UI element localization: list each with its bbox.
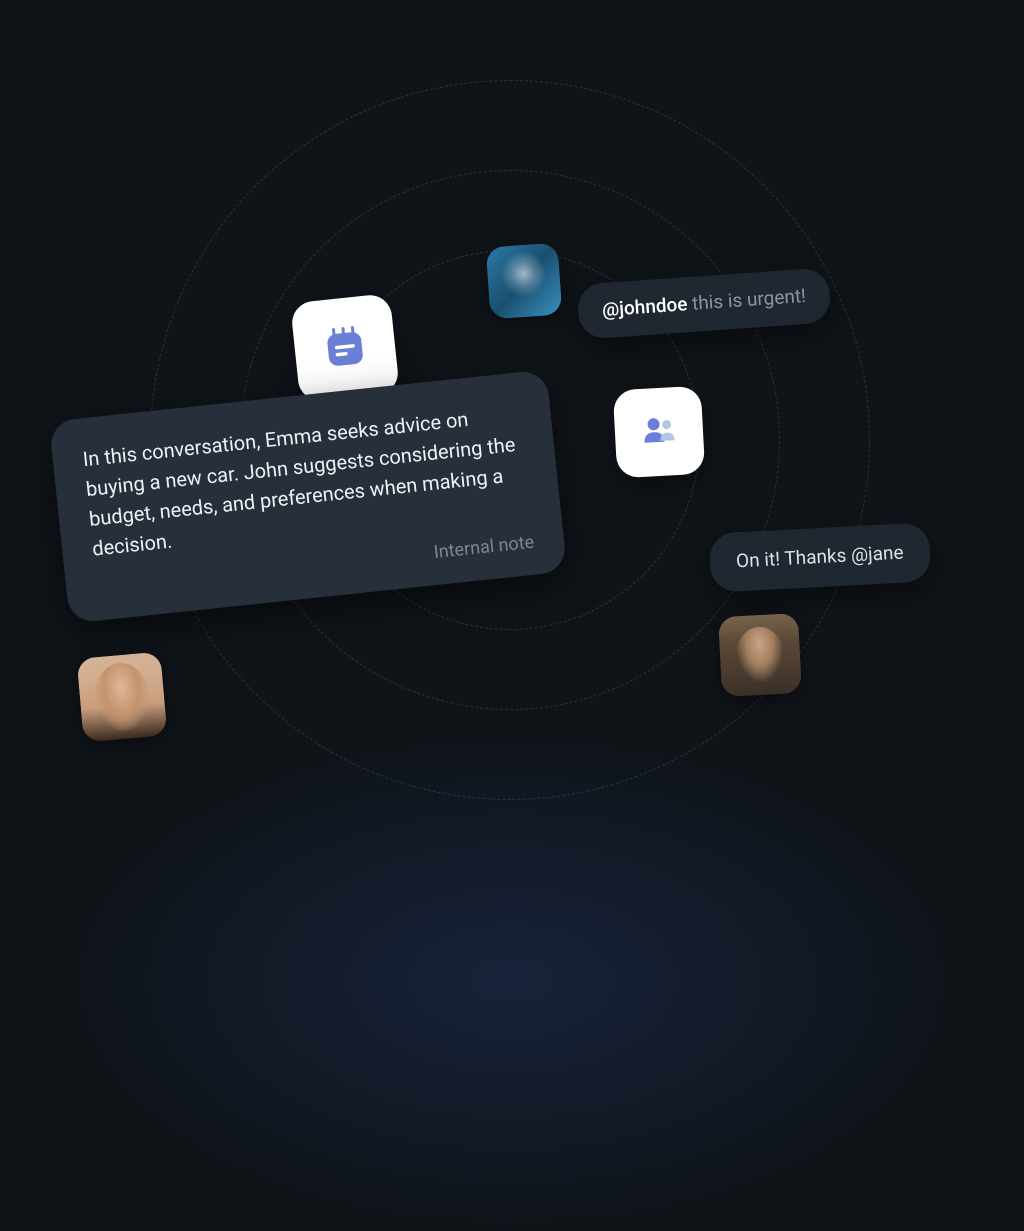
internal-note-card[interactable]: In this conversation, Emma seeks advice … <box>49 369 567 623</box>
message-text: this is urgent! <box>687 284 807 315</box>
avatar-image <box>718 613 802 697</box>
avatar-john[interactable] <box>718 613 802 697</box>
notes-icon <box>317 319 372 378</box>
people-tile[interactable] <box>613 386 705 478</box>
mention-johndoe: @johndoe <box>601 292 688 321</box>
message-bubble-urgent[interactable]: @johndoe this is urgent! <box>576 267 831 339</box>
message-bubble-reply[interactable]: On it! Thanks @jane <box>709 522 931 592</box>
message-text: On it! Thanks @jane <box>735 541 904 573</box>
avatar-emma[interactable] <box>76 651 167 742</box>
avatar-jane[interactable] <box>486 243 563 320</box>
avatar-image <box>486 243 563 320</box>
avatar-image <box>76 651 167 742</box>
people-icon <box>636 407 682 457</box>
background-glow <box>62 731 962 1231</box>
